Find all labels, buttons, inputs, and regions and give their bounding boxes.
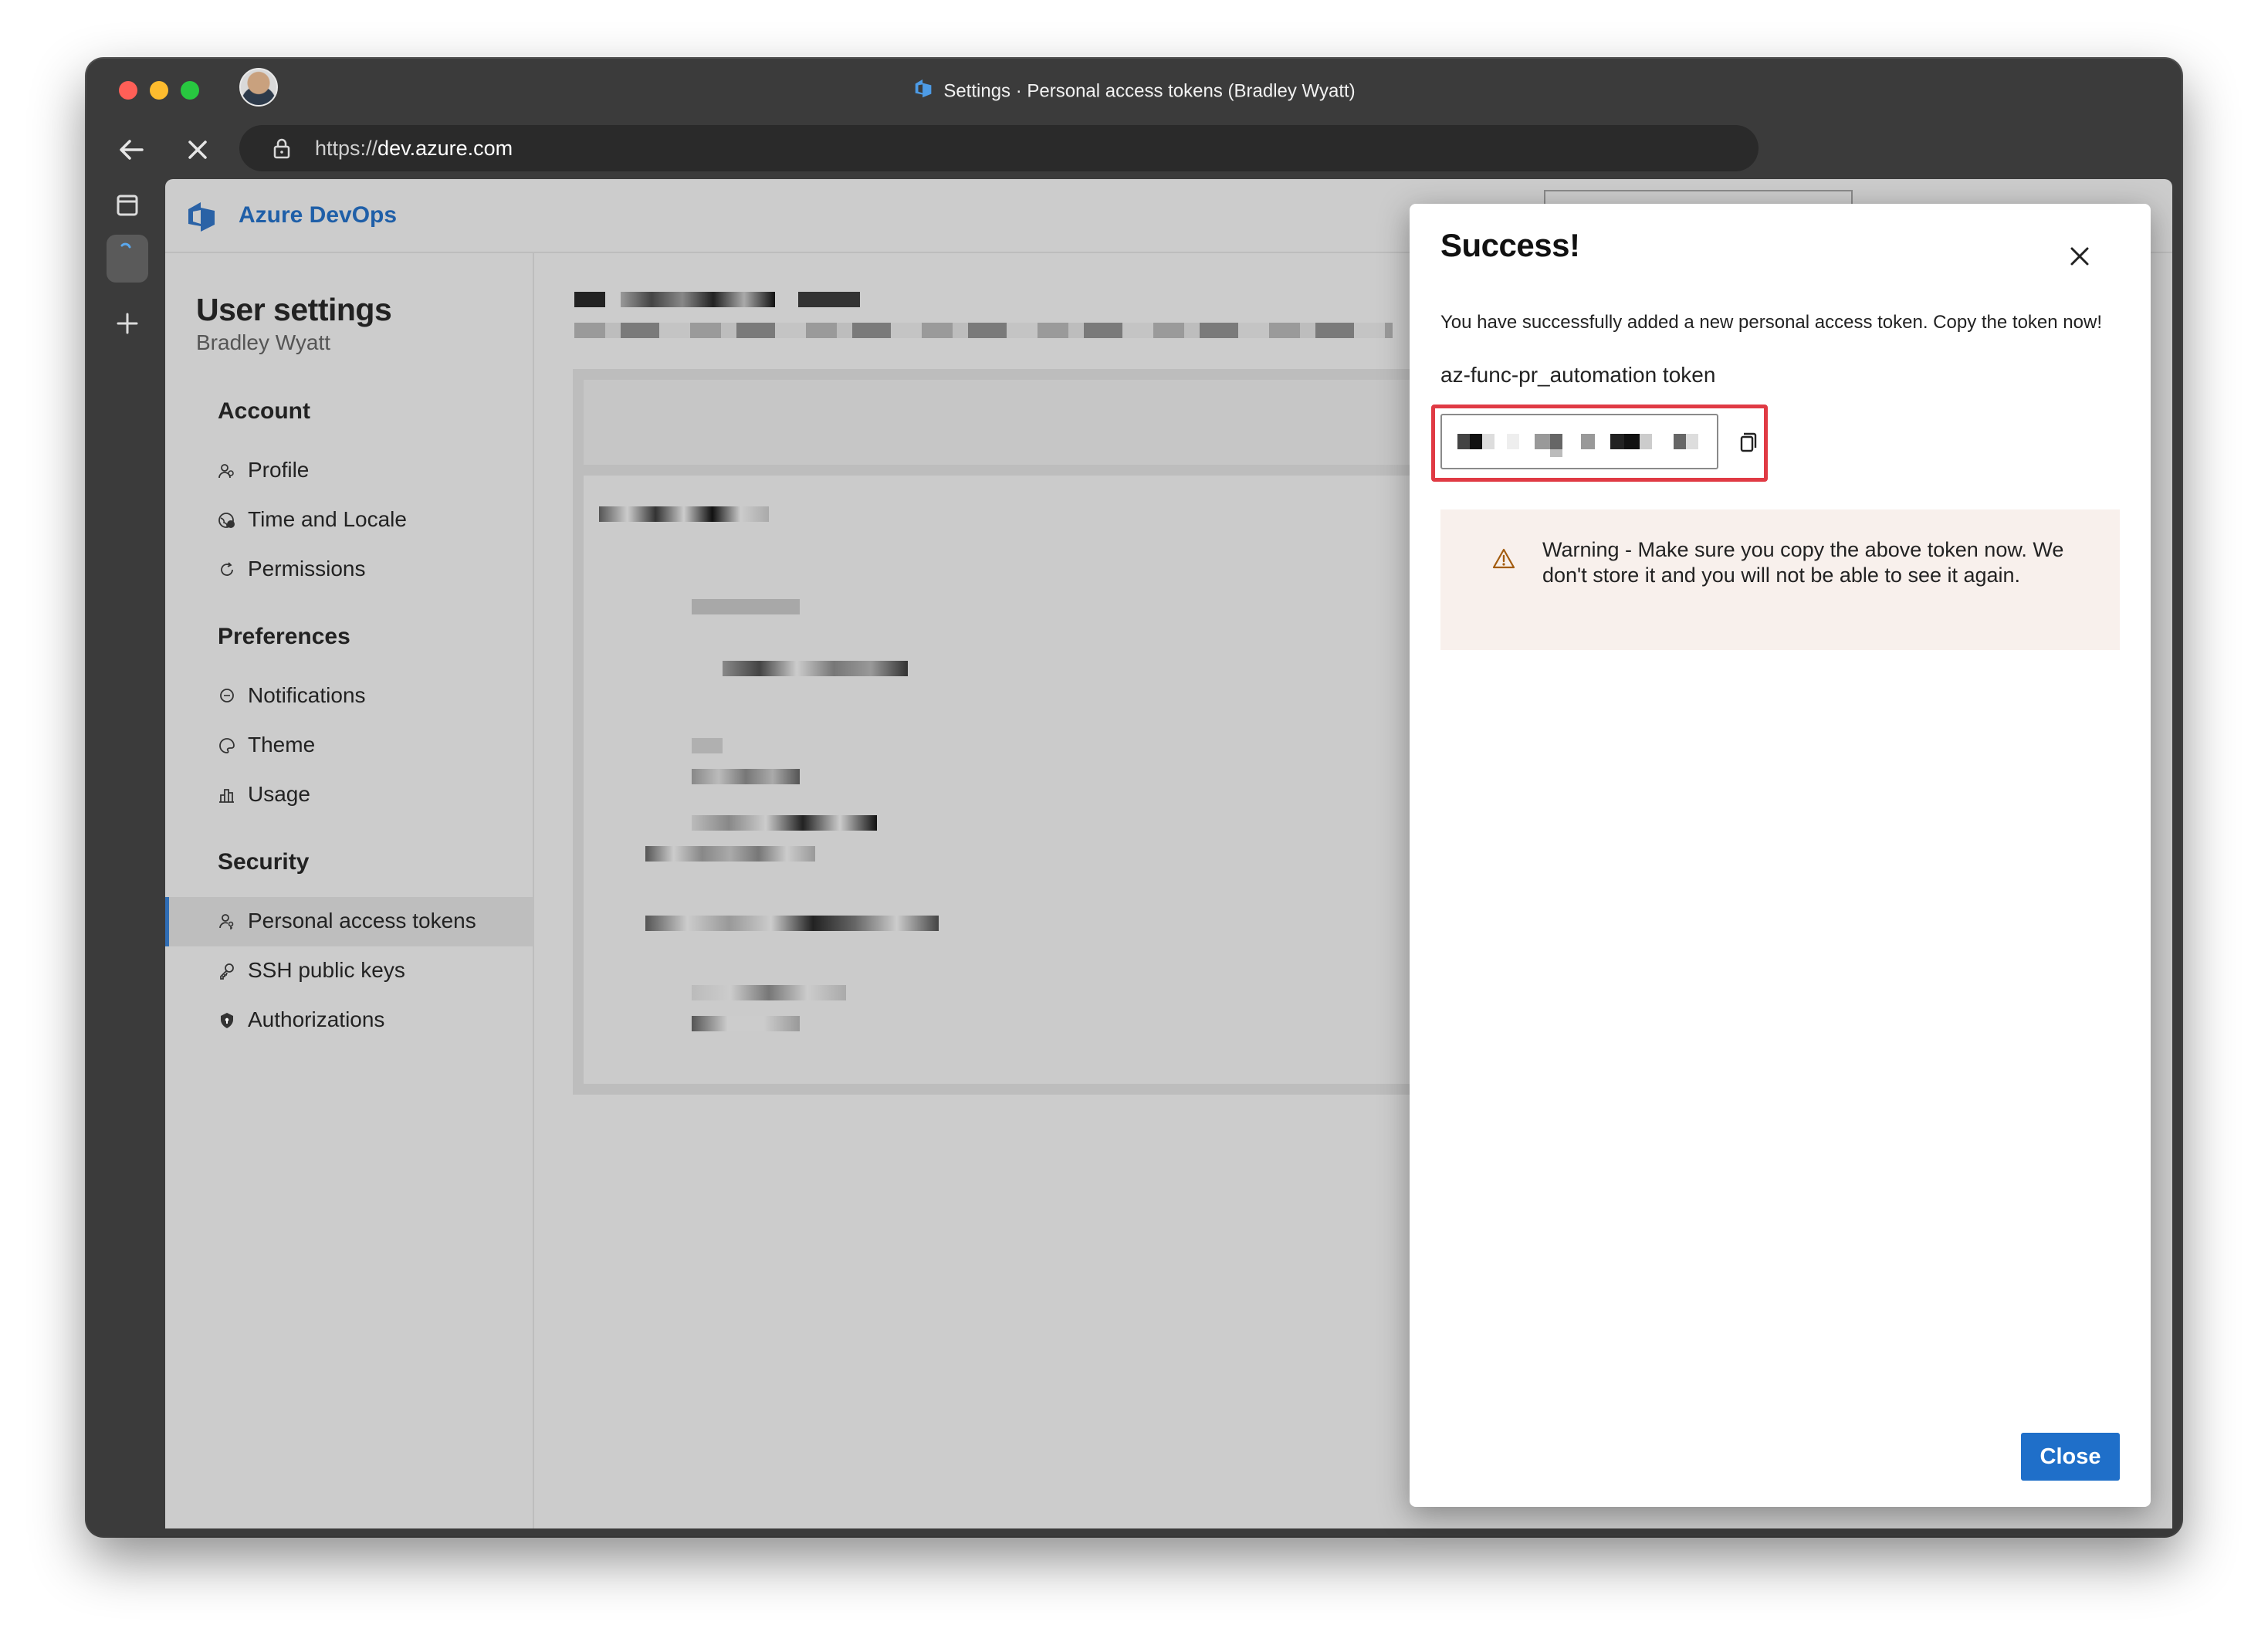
sidebar-item-label: SSH public keys [248, 958, 405, 982]
redacted-panel [573, 369, 1422, 1095]
warning-icon [1492, 548, 1515, 569]
warning-message-bar: Warning - Make sure you copy the above t… [1440, 509, 2120, 650]
sidebar-item-label: Personal access tokens [248, 909, 476, 933]
sidebar-item-label: Profile [248, 458, 310, 482]
sidebar-item-ssh-public-keys[interactable]: SSH public keys [165, 946, 533, 996]
sidebar-item-theme[interactable]: Theme [165, 721, 533, 770]
copy-icon[interactable] [1734, 429, 1760, 455]
new-tab-icon[interactable] [107, 303, 148, 344]
settings-sidebar: User settings Bradley Wyatt Account Prof… [165, 253, 534, 1528]
active-tab-thumbnail[interactable] [107, 235, 148, 283]
address-bar[interactable]: https://dev.azure.com [239, 125, 1759, 171]
palette-icon [219, 738, 235, 753]
redacted-text [692, 815, 877, 831]
sidebar-item-notifications[interactable]: Notifications [165, 672, 533, 721]
section-heading-preferences: Preferences [218, 624, 350, 649]
section-heading-account: Account [218, 398, 310, 424]
globe-icon [218, 513, 235, 528]
token-field[interactable] [1440, 414, 1718, 469]
redacted-text [798, 292, 860, 307]
token-name: az-func-pr_automation token [1440, 363, 1716, 387]
chat-icon [220, 689, 234, 702]
section-heading-security: Security [218, 849, 310, 875]
sidebar-item-label: Authorizations [248, 1007, 385, 1031]
redacted-text [692, 738, 723, 753]
sidebar-item-personal-access-tokens[interactable]: Personal access tokens [165, 897, 533, 946]
redacted-token-value [1457, 434, 1698, 457]
lock-icon [221, 1013, 233, 1028]
app-name[interactable]: Azure DevOps [239, 202, 397, 229]
chart-icon [219, 789, 234, 803]
redacted-text [723, 661, 908, 676]
success-dialog: Success! You have successfully added a n… [1410, 204, 2151, 1507]
sidebar-item-label: Notifications [248, 683, 366, 707]
redacted-text [599, 506, 769, 522]
sidebar-item-label: Permissions [248, 557, 366, 581]
user-name: Bradley Wyatt [196, 330, 331, 354]
back-icon[interactable] [114, 133, 148, 167]
sidebar-item-profile[interactable]: Profile [165, 446, 533, 496]
loading-spinner-icon [120, 242, 131, 249]
warning-text: Warning - Make sure you copy the above t… [1542, 538, 2064, 587]
redacted-text [574, 292, 605, 307]
redacted-panel-body [584, 465, 1411, 1084]
sidebar-toggle-icon[interactable] [107, 184, 148, 226]
sidebar-item-label: Time and Locale [248, 507, 407, 531]
redacted-text [692, 769, 800, 784]
page-title: User settings [196, 292, 392, 327]
azure-devops-logo-icon[interactable] [185, 199, 221, 235]
close-icon[interactable] [2066, 242, 2094, 270]
sidebar-item-label: Usage [248, 782, 310, 806]
redacted-text [692, 1016, 800, 1031]
lock-icon [273, 138, 290, 159]
window-title: Settings · Personal access tokens (Bradl… [86, 77, 2182, 106]
dialog-title: Success! [1440, 227, 1580, 263]
close-button[interactable]: Close [2021, 1433, 2120, 1481]
sidebar-item-authorizations[interactable]: Authorizations [165, 996, 533, 1045]
redacted-text [645, 846, 815, 862]
profile-icon [218, 464, 234, 479]
redacted-text [574, 323, 1393, 338]
url-text: https://dev.azure.com [315, 137, 513, 160]
redacted-text [621, 292, 775, 307]
sidebar-item-permissions[interactable]: Permissions [165, 545, 533, 594]
person-key-icon [219, 914, 234, 929]
azure-devops-tab-icon [912, 77, 936, 106]
sidebar-item-time-and-locale[interactable]: Time and Locale [165, 496, 533, 545]
sidebar-item-label: Theme [248, 733, 316, 757]
refresh-icon [221, 562, 233, 576]
redacted-text [645, 916, 939, 931]
stop-loading-icon[interactable] [182, 134, 213, 165]
title-bar: Settings · Personal access tokens (Bradl… [86, 59, 2182, 120]
redacted-text [692, 985, 846, 1000]
key-icon [220, 963, 234, 980]
dialog-message: You have successfully added a new person… [1440, 312, 2102, 333]
redacted-text [692, 599, 800, 614]
sidebar-item-usage[interactable]: Usage [165, 770, 533, 820]
